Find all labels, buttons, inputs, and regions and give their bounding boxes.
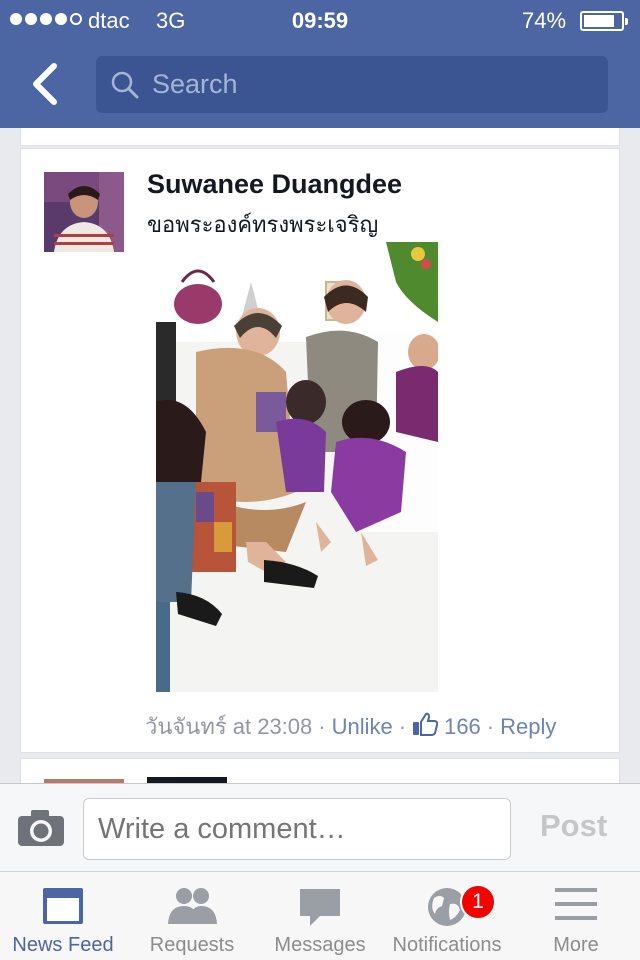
tab-notifications[interactable]: 1 Notifications xyxy=(384,872,510,960)
camera-button[interactable] xyxy=(16,808,66,853)
previous-post-edge xyxy=(20,128,620,146)
next-post-card xyxy=(20,758,620,783)
search-icon xyxy=(111,71,139,99)
post-message: ขอพระองค์ทรงพระเจริญ xyxy=(147,212,379,237)
post-meta: วันจันทร์ at 23:08 · Unlike · 166 · Repl… xyxy=(145,709,556,744)
comment-composer: Post xyxy=(0,783,640,871)
tab-label: Notifications xyxy=(392,934,502,956)
tab-requests[interactable]: Requests xyxy=(128,872,256,960)
tab-more[interactable]: More xyxy=(512,872,640,960)
tab-label: More xyxy=(553,934,599,956)
menu-icon xyxy=(555,888,597,920)
meta-separator: · xyxy=(398,713,407,739)
search-placeholder: Search xyxy=(152,69,238,99)
tab-messages[interactable]: Messages xyxy=(258,872,382,960)
news-feed[interactable]: Suwanee Duangdee ขอพระองค์ทรงพระเจริญ วั… xyxy=(0,128,640,783)
news-feed-icon xyxy=(43,888,83,924)
post-author-name[interactable]: Suwanee Duangdee xyxy=(147,169,402,200)
post-comment-button[interactable]: Post xyxy=(540,808,607,844)
post-photo[interactable] xyxy=(156,242,438,692)
tab-news-feed[interactable]: News Feed xyxy=(0,872,126,960)
post-timestamp[interactable]: วันจันทร์ at 23:08 xyxy=(145,709,312,744)
messages-icon xyxy=(300,889,340,926)
post-card: Suwanee Duangdee ขอพระองค์ทรงพระเจริญ วั… xyxy=(20,148,620,753)
battery-icon xyxy=(580,11,628,31)
chevron-left-icon xyxy=(33,63,57,105)
reply-button[interactable]: Reply xyxy=(500,714,556,740)
tab-label: Requests xyxy=(149,934,235,956)
tab-label: Messages xyxy=(274,934,366,956)
status-bar: dtac 3G 09:59 74% xyxy=(0,0,640,40)
unlike-button[interactable]: Unlike xyxy=(332,714,393,740)
battery-percentage: 74% xyxy=(522,8,567,33)
camera-icon xyxy=(18,810,64,846)
meta-separator: · xyxy=(486,713,495,739)
like-count[interactable]: 166 xyxy=(444,714,481,740)
search-field[interactable]: Search xyxy=(96,56,608,113)
back-button[interactable] xyxy=(28,62,64,106)
meta-separator: · xyxy=(318,713,326,739)
tab-bar: News Feed Requests Messages 1 Notificati… xyxy=(0,871,640,960)
comment-input[interactable] xyxy=(83,798,511,860)
friend-requests-icon xyxy=(168,888,217,924)
thumbs-up-icon[interactable] xyxy=(412,712,439,742)
tab-label: News Feed xyxy=(12,934,114,956)
navigation-bar: Search xyxy=(0,40,640,128)
notification-badge: 1 xyxy=(460,884,496,920)
avatar[interactable] xyxy=(44,172,124,252)
